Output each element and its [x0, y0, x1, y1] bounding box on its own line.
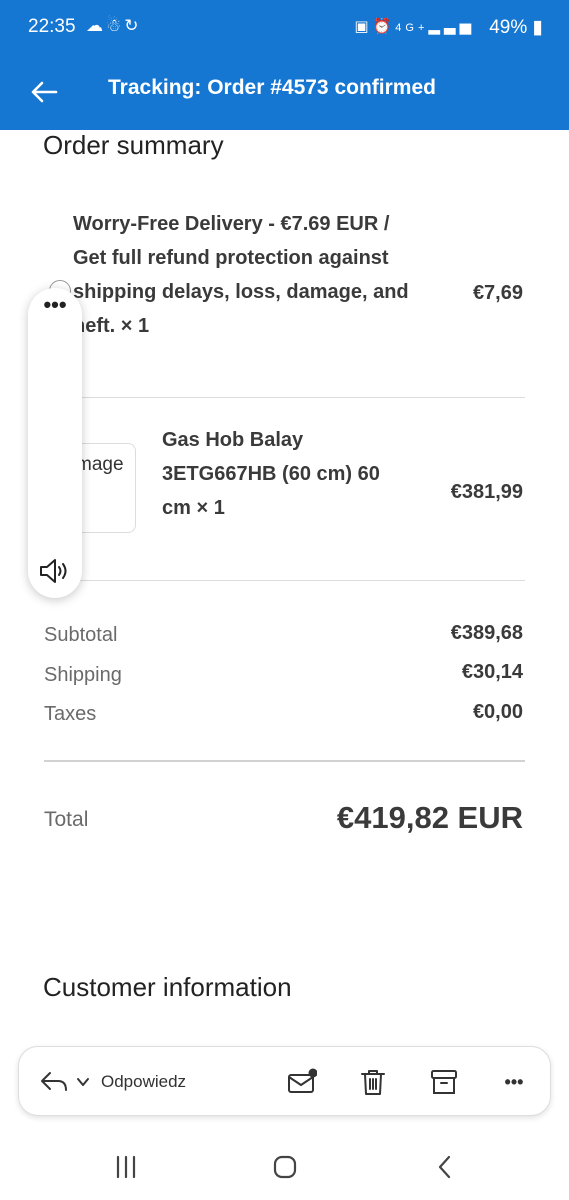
status-time: 22:35: [28, 16, 76, 37]
more-icon[interactable]: •••: [38, 294, 72, 324]
reply-label: Odpowiedz: [101, 1072, 187, 1091]
status-left-icons: ☁☃↻: [86, 16, 142, 36]
volume-icon[interactable]: [38, 556, 72, 586]
status-bar: 22:35 ☁☃↻ ▣⏰4G+▂▃▅ 49% ▮: [0, 0, 569, 58]
vibrate-icon: ▣: [354, 18, 373, 35]
line-item-text: Gas Hob Balay: [162, 429, 304, 451]
battery-icon: ▮: [527, 17, 543, 38]
line-item-text: shipping delays, loss, damage, and: [73, 281, 409, 303]
accessibility-icon: ☃: [106, 16, 125, 35]
line-item-name: Worry-Free Delivery - €7.69 EUR / Get fu…: [73, 207, 453, 343]
status-right-icons: ▣⏰4G+▂▃▅: [354, 17, 475, 35]
alarm-icon: ⏰: [372, 18, 396, 35]
home-icon: [273, 1155, 297, 1179]
cloud-icon: ☁: [86, 16, 106, 35]
reply-button[interactable]: Odpowiedz: [39, 1067, 186, 1097]
sync-icon: ↻: [124, 16, 142, 35]
mark-unread-button[interactable]: [285, 1065, 319, 1099]
more-icon[interactable]: •••: [497, 1065, 531, 1099]
archive-icon: [431, 1070, 457, 1094]
email-action-bar: Odpowiedz •••: [18, 1046, 551, 1116]
recent-apps-icon: [116, 1155, 136, 1179]
line-item-name: Gas Hob Balay 3ETG667HB (60 cm) 60 cm × …: [162, 423, 422, 525]
line-item-price: €7,69: [472, 282, 523, 304]
line-item-text: cm × 1: [162, 497, 225, 519]
chevron-down-icon[interactable]: [75, 1074, 91, 1090]
taxes-label: Taxes: [44, 703, 97, 725]
subtotal-value: €389,68: [450, 622, 523, 644]
line-item-text: 3ETG667HB (60 cm) 60: [162, 463, 380, 485]
order-summary-title: Order summary: [43, 130, 224, 160]
total-value: €419,82 EUR: [336, 800, 523, 835]
battery-level: 49% ▮: [489, 17, 543, 38]
page-title: Tracking: Order #4573 confirmed: [108, 76, 436, 99]
network-type: 4G+: [395, 22, 429, 34]
line-item-text: Worry-Free Delivery - €7.69 EUR /: [73, 213, 390, 235]
product-image: mage: [76, 443, 136, 533]
line-item-text: Get full refund protection against: [73, 247, 389, 269]
taxes-value: €0,00: [472, 701, 523, 723]
reply-icon: [41, 1072, 67, 1091]
line-item-price: €381,99: [450, 481, 523, 503]
product-image-alt: mage: [76, 454, 124, 475]
navigation-bar: [0, 1130, 569, 1200]
line-item-text: heft. × 1: [73, 315, 150, 337]
delete-button[interactable]: [356, 1065, 390, 1099]
divider: [44, 580, 525, 581]
back-button[interactable]: [24, 72, 64, 112]
divider: [44, 760, 525, 762]
arrow-left-icon: [31, 81, 58, 103]
app-header: Tracking: Order #4573 confirmed: [0, 58, 569, 130]
customer-information-title: Customer information: [43, 972, 292, 1002]
shipping-label: Shipping: [44, 664, 122, 686]
home-button[interactable]: [265, 1150, 305, 1184]
signal-icon: ▂▃▅: [428, 18, 475, 35]
divider: [44, 397, 525, 398]
archive-button[interactable]: [427, 1065, 461, 1099]
total-label: Total: [44, 808, 89, 831]
subtotal-label: Subtotal: [44, 624, 118, 646]
trash-icon: [361, 1070, 385, 1095]
mark-unread-icon: [288, 1068, 318, 1093]
back-icon: [438, 1155, 451, 1179]
edge-panel: •••: [28, 288, 82, 598]
back-nav-button[interactable]: [425, 1150, 465, 1184]
recent-apps-button[interactable]: [106, 1150, 146, 1184]
shipping-value: €30,14: [461, 661, 523, 683]
